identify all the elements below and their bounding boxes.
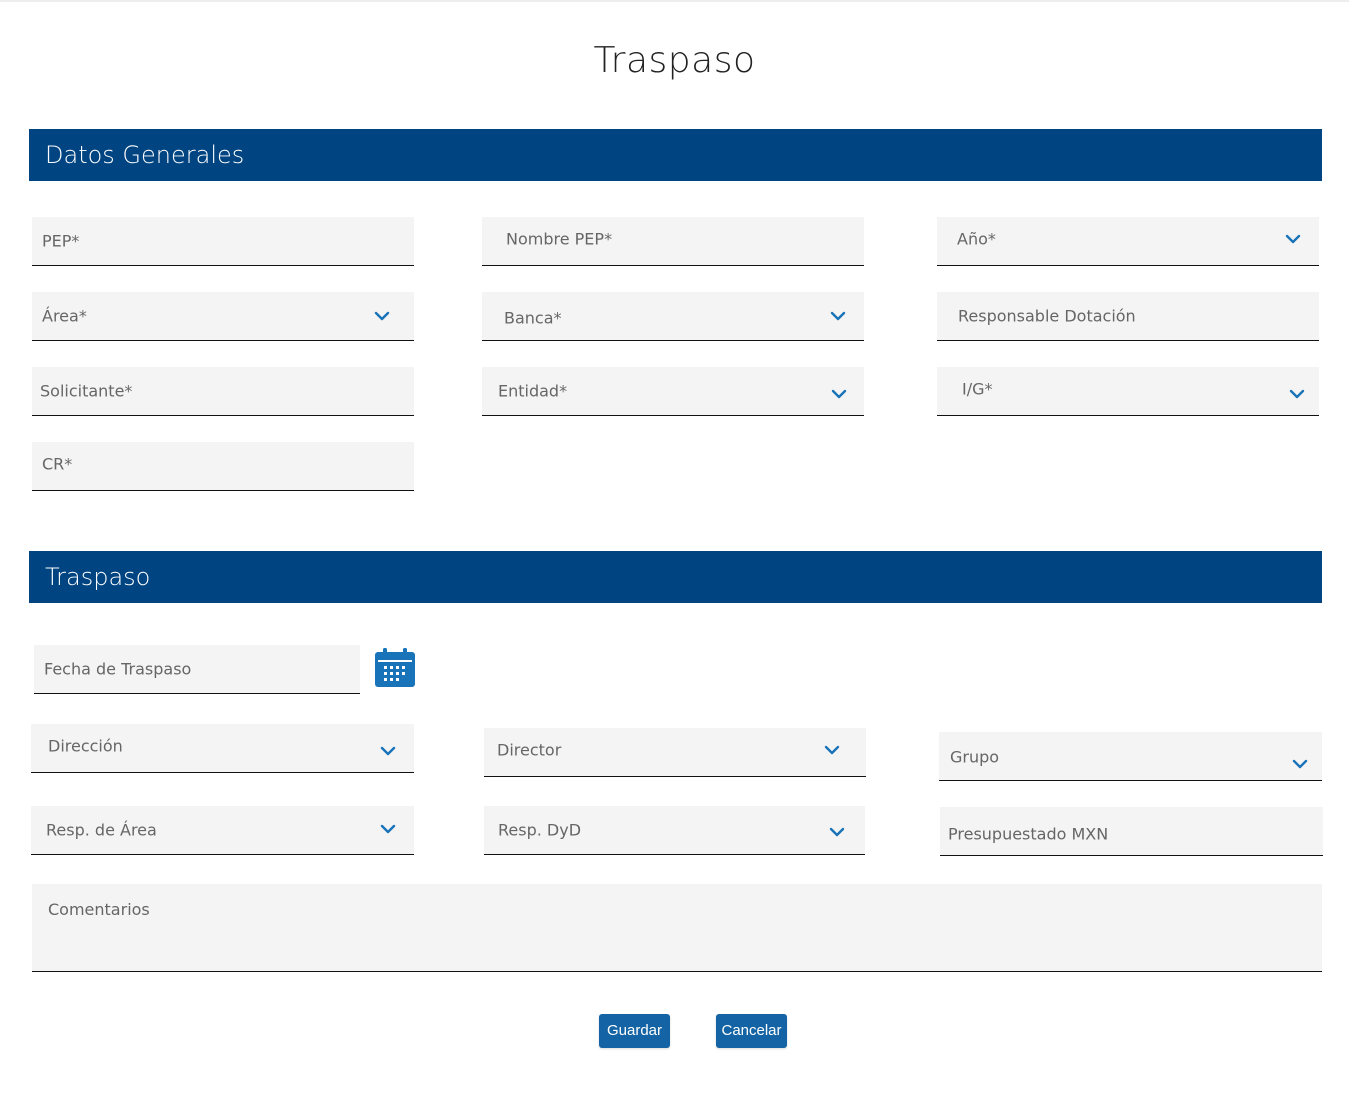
calendar-icon[interactable] bbox=[375, 648, 415, 687]
resp-area-select[interactable]: Resp. de Área bbox=[31, 806, 414, 855]
entidad-select[interactable]: Entidad* bbox=[482, 367, 864, 416]
section-header-traspaso: Traspaso bbox=[29, 551, 1322, 603]
banca-select[interactable]: Banca* bbox=[482, 292, 864, 341]
director-placeholder: Director bbox=[497, 740, 562, 760]
chevron-down-icon bbox=[830, 311, 846, 321]
chevron-down-icon bbox=[824, 745, 840, 755]
fecha-traspaso-placeholder: Fecha de Traspaso bbox=[44, 659, 192, 679]
director-select[interactable]: Director bbox=[484, 728, 866, 777]
responsable-dotacion-placeholder: Responsable Dotación bbox=[958, 306, 1136, 326]
chevron-down-icon bbox=[831, 389, 847, 399]
cr-placeholder: CR* bbox=[42, 454, 73, 474]
resp-dyd-placeholder: Resp. DyD bbox=[498, 820, 582, 840]
chevron-down-icon bbox=[1289, 389, 1305, 399]
area-select[interactable]: Área* bbox=[32, 292, 414, 341]
ig-placeholder: I/G* bbox=[962, 379, 993, 399]
resp-area-placeholder: Resp. de Área bbox=[46, 820, 157, 840]
section-header-datos-generales: Datos Generales bbox=[29, 129, 1322, 181]
grupo-placeholder: Grupo bbox=[950, 747, 1000, 767]
resp-dyd-select[interactable]: Resp. DyD bbox=[484, 806, 865, 855]
save-button[interactable]: Guardar bbox=[599, 1014, 670, 1048]
presupuestado-mxn-input[interactable]: Presupuestado MXN bbox=[940, 807, 1323, 856]
comentarios-textarea[interactable]: Comentarios bbox=[32, 884, 1322, 972]
solicitante-input[interactable]: Solicitante* bbox=[32, 367, 414, 416]
solicitante-placeholder: Solicitante* bbox=[40, 381, 133, 401]
area-placeholder: Área* bbox=[42, 306, 87, 326]
chevron-down-icon bbox=[380, 746, 396, 756]
chevron-down-icon bbox=[1292, 759, 1308, 769]
cancel-button[interactable]: Cancelar bbox=[716, 1014, 787, 1048]
pep-placeholder: PEP* bbox=[42, 231, 80, 251]
banca-placeholder: Banca* bbox=[504, 308, 562, 328]
chevron-down-icon bbox=[374, 311, 390, 321]
anio-placeholder: Año* bbox=[957, 229, 996, 249]
pep-input[interactable]: PEP* bbox=[32, 217, 414, 266]
presupuestado-mxn-placeholder: Presupuestado MXN bbox=[948, 824, 1109, 844]
anio-select[interactable]: Año* bbox=[937, 217, 1319, 266]
responsable-dotacion-input[interactable]: Responsable Dotación bbox=[937, 292, 1319, 341]
fecha-traspaso-input[interactable]: Fecha de Traspaso bbox=[34, 645, 360, 694]
cr-input[interactable]: CR* bbox=[32, 442, 414, 491]
nombre-pep-input[interactable]: Nombre PEP* bbox=[482, 217, 864, 266]
direccion-placeholder: Dirección bbox=[48, 736, 123, 756]
grupo-select[interactable]: Grupo bbox=[939, 732, 1322, 781]
chevron-down-icon bbox=[829, 827, 845, 837]
comentarios-placeholder: Comentarios bbox=[48, 900, 150, 919]
entidad-placeholder: Entidad* bbox=[498, 381, 568, 401]
page-title: Traspaso bbox=[593, 40, 756, 81]
top-divider bbox=[0, 0, 1349, 2]
ig-select[interactable]: I/G* bbox=[937, 367, 1319, 416]
chevron-down-icon bbox=[380, 824, 396, 834]
direccion-select[interactable]: Dirección bbox=[31, 724, 414, 773]
nombre-pep-placeholder: Nombre PEP* bbox=[506, 229, 613, 249]
chevron-down-icon bbox=[1285, 234, 1301, 244]
